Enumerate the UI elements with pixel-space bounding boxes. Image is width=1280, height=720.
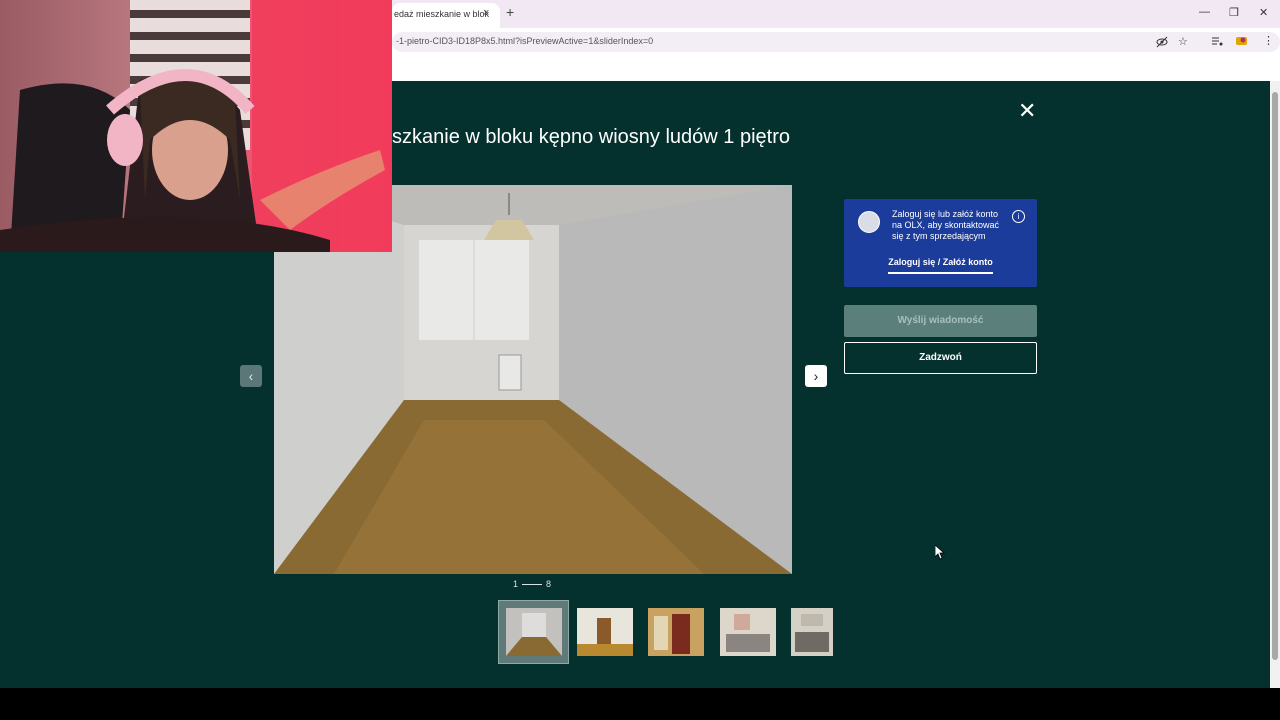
counter-current: 1	[513, 579, 519, 589]
maximize-button[interactable]: ❐	[1229, 6, 1239, 19]
photo-counter: 18	[513, 579, 551, 589]
login-prompt-box: Zaloguj się lub załóż konto na OLX, aby …	[844, 199, 1037, 287]
close-gallery-button[interactable]: ✕	[1018, 98, 1036, 124]
previous-photo-button[interactable]: ‹	[240, 365, 262, 387]
close-window-button[interactable]: ✕	[1259, 6, 1268, 19]
thumbnail-4[interactable]	[720, 608, 776, 656]
taskbar-strip	[0, 688, 1280, 720]
avatar-icon	[858, 211, 880, 233]
tab-title: edaż mieszkanie w blok	[394, 9, 490, 19]
counter-divider	[522, 584, 543, 586]
tab-close-icon[interactable]: ×	[483, 7, 489, 19]
new-tab-button[interactable]: +	[506, 4, 514, 20]
login-message: Zaloguj się lub załóż konto na OLX, aby …	[892, 209, 1000, 241]
next-photo-button[interactable]: ›	[805, 365, 827, 387]
extension-icon[interactable]	[1235, 34, 1248, 50]
more-menu-icon[interactable]: ⋮	[1263, 34, 1274, 47]
login-link[interactable]: Zaloguj się / Załóż konto	[888, 257, 993, 267]
eye-off-icon[interactable]	[1156, 36, 1168, 51]
send-message-button[interactable]: Wyślij wiadomość	[844, 305, 1037, 337]
thumbnail-1[interactable]	[498, 600, 569, 664]
counter-total: 8	[546, 579, 552, 589]
bookmark-star-icon[interactable]: ☆	[1178, 35, 1188, 48]
call-button[interactable]: Zadzwoń	[844, 342, 1037, 374]
thumbnail-3[interactable]	[648, 608, 704, 656]
info-icon[interactable]: i	[1012, 210, 1025, 223]
login-link-underline	[888, 272, 993, 274]
url-text: -1-pietro-CID3-ID18P8x5.html?isPreviewAc…	[396, 36, 654, 46]
media-control-icon[interactable]	[1211, 35, 1223, 50]
thumbnail-5[interactable]	[791, 608, 833, 656]
thumbnail-2[interactable]	[577, 608, 633, 656]
minimize-button[interactable]: —	[1199, 6, 1210, 18]
webcam-overlay	[0, 0, 392, 252]
scrollbar-thumb[interactable]	[1272, 92, 1278, 660]
mouse-cursor-icon	[934, 544, 946, 565]
listing-title: szkanie w bloku kępno wiosny ludów 1 pię…	[392, 126, 790, 148]
